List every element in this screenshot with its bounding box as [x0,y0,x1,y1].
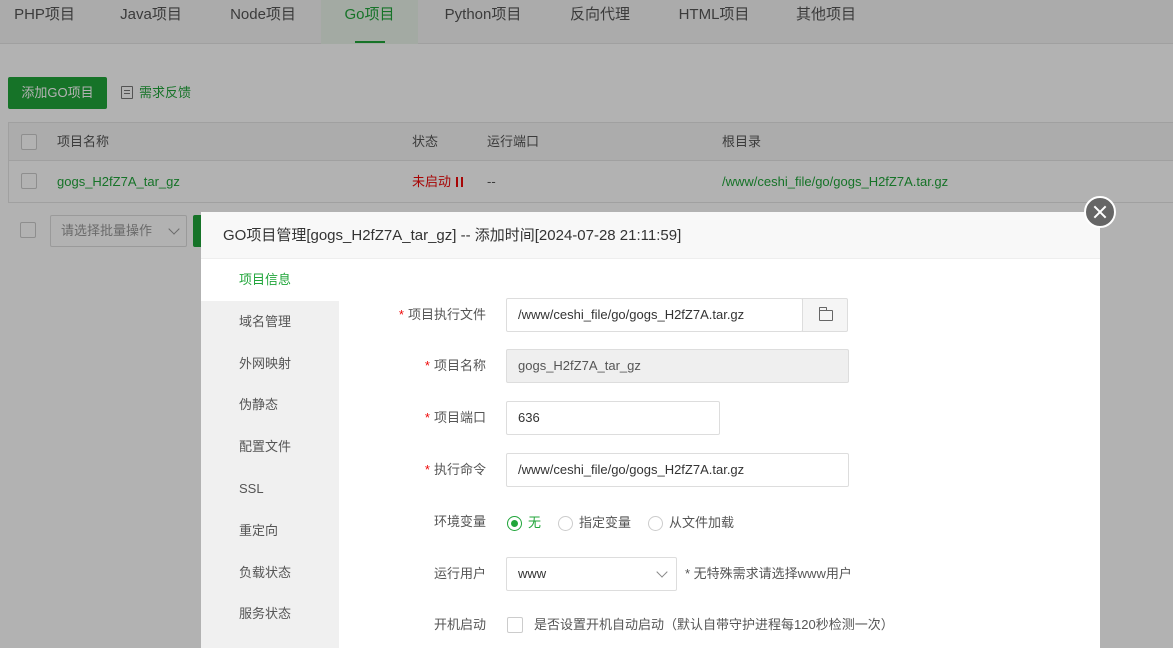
menu-item-service-status[interactable]: 服务状态 [201,593,339,635]
menu-item-load-status[interactable]: 负载状态 [201,552,339,594]
exec-command-label: * 执行命令 [424,462,486,477]
menu-item-domain[interactable]: 域名管理 [201,301,339,343]
modal-title: GO项目管理[gogs_H2fZ7A_tar_gz] -- 添加时间[2024-… [201,212,1100,259]
env-option-file-label[interactable]: 从文件加载 [669,514,734,532]
exec-command-input[interactable]: /www/ceshi_file/go/gogs_H2fZ7A.tar.gz [506,453,849,487]
boot-start-label: 开机启动 [433,617,486,632]
env-option-specify-label[interactable]: 指定变量 [579,514,631,532]
env-radio-none[interactable] [507,516,522,531]
project-port-input[interactable]: 636 [506,401,720,435]
run-user-hint: * 无特殊需求请选择www用户 [685,566,852,581]
exec-file-input[interactable]: /www/ceshi_file/go/gogs_H2fZ7A.tar.gz [506,298,803,332]
env-var-label: 环境变量 [433,514,486,529]
go-project-manager-modal: GO项目管理[gogs_H2fZ7A_tar_gz] -- 添加时间[2024-… [201,212,1100,648]
menu-item-rewrite[interactable]: 伪静态 [201,384,339,426]
env-radio-file[interactable] [648,516,663,531]
close-modal-icon[interactable] [1084,196,1116,228]
project-name-input: gogs_H2fZ7A_tar_gz [506,349,849,383]
run-user-select[interactable]: www [506,557,677,591]
menu-item-external-mapping[interactable]: 外网映射 [201,343,339,385]
folder-icon [819,307,833,321]
boot-start-description: 是否设置开机自动启动（默认自带守护进程每120秒检测一次） [534,617,894,632]
project-name-label: * 项目名称 [424,358,486,373]
boot-start-checkbox[interactable] [507,617,523,633]
modal-side-menu: 项目信息 域名管理 外网映射 伪静态 配置文件 SSL 重定向 负载状态 服务状… [201,259,339,648]
run-user-label: 运行用户 [433,566,486,581]
menu-item-config-file[interactable]: 配置文件 [201,426,339,468]
env-radio-specify[interactable] [558,516,573,531]
menu-item-ssl[interactable]: SSL [201,468,339,510]
menu-item-project-info[interactable]: 项目信息 [201,259,339,301]
run-user-value: www [518,566,547,581]
chevron-down-icon [656,566,668,578]
menu-item-redirect[interactable]: 重定向 [201,510,339,552]
project-info-form: * 项目执行文件 /www/ceshi_file/go/gogs_H2fZ7A.t… [339,259,1100,648]
browse-folder-button[interactable] [802,298,848,332]
env-option-none-label[interactable]: 无 [528,514,541,532]
project-port-label: * 项目端口 [424,410,486,425]
exec-file-label: * 项目执行文件 [398,307,486,322]
